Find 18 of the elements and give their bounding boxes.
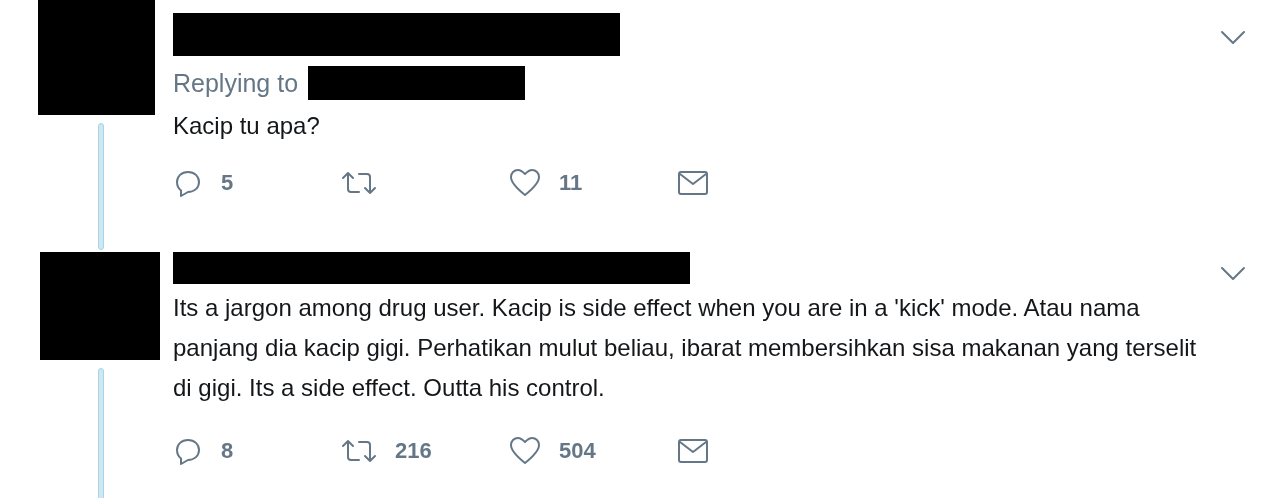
reply-count: 8 bbox=[221, 438, 234, 464]
tweet-text: Kacip tu apa? bbox=[173, 111, 321, 141]
like-count: 11 bbox=[559, 170, 583, 196]
chevron-down-icon[interactable] bbox=[1220, 30, 1246, 46]
like-count: 504 bbox=[559, 438, 596, 464]
chevron-down-icon[interactable] bbox=[1220, 266, 1246, 282]
tweet-text: Its a jargon among drug user. Kacip is side effect when you are in a 'kick' mode. Atau nama panjang dia kacip gigi. Perhatikan mulut beliau, ibarat membersihkan sisa makanan yang terselit di gigi. Its a side effect. Outta his control. bbox=[173, 293, 1198, 403]
retweet-count: 216 bbox=[395, 438, 432, 464]
reply-count: 5 bbox=[221, 170, 234, 196]
retweet-icon[interactable] bbox=[341, 437, 377, 465]
reply-icon[interactable] bbox=[173, 436, 203, 466]
heart-icon[interactable] bbox=[509, 168, 541, 198]
heart-icon[interactable] bbox=[509, 436, 541, 466]
retweet-icon[interactable] bbox=[341, 169, 377, 197]
replying-to-label: Replying to bbox=[173, 68, 299, 98]
envelope-icon[interactable] bbox=[677, 170, 709, 196]
reply-icon[interactable] bbox=[173, 168, 203, 198]
envelope-icon[interactable] bbox=[677, 438, 709, 464]
